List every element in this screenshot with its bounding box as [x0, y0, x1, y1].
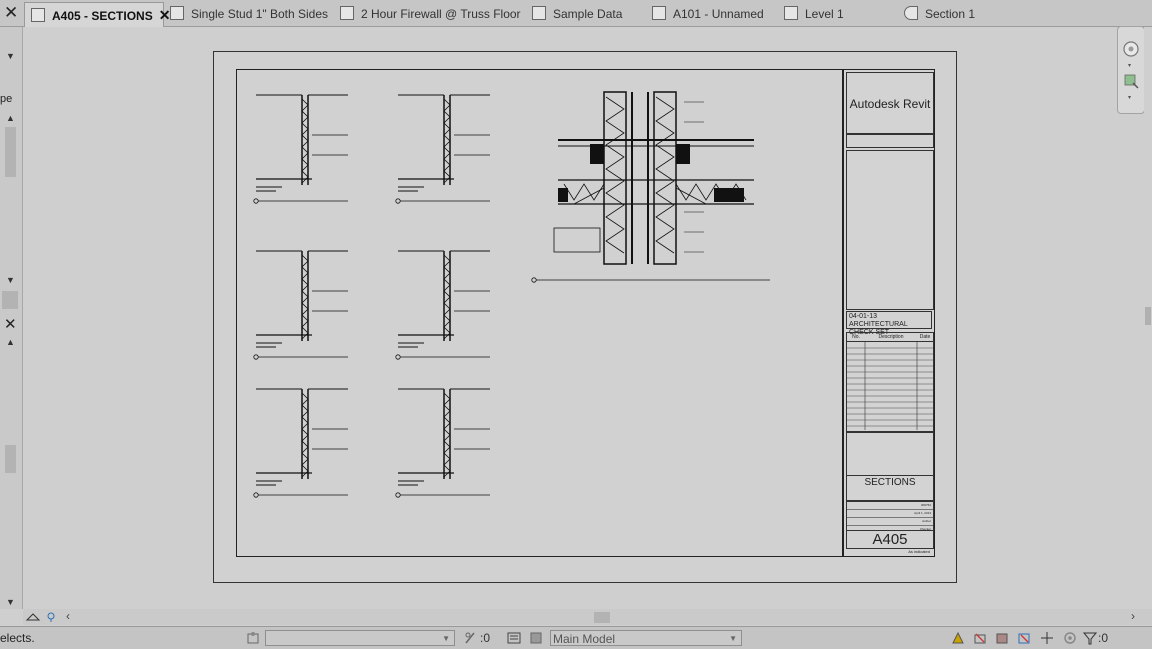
scroll-up-icon[interactable]: ▲ [6, 337, 15, 347]
vertical-scrollbar-thumb[interactable] [1145, 307, 1151, 325]
revision-rows [847, 342, 933, 430]
chevron-down-icon[interactable]: ▼ [6, 51, 15, 61]
tab-sample-data[interactable]: Sample Data [526, 2, 622, 26]
background-processes-icon[interactable] [1063, 631, 1077, 645]
tab-a405-sections[interactable]: A405 - SECTIONS ✕ [24, 2, 170, 27]
scroll-right-icon[interactable]: › [1131, 609, 1135, 623]
view-control-icons [25, 612, 55, 622]
properties-scrollbar-thumb[interactable] [5, 127, 16, 177]
chevron-down-icon[interactable]: ▾ [1128, 95, 1131, 101]
select-links-icon[interactable] [951, 631, 965, 645]
properties-type-fragment: pe [0, 93, 13, 105]
chevron-down-icon: ▼ [729, 634, 737, 643]
tab-section-1[interactable]: Section 1 [898, 2, 975, 26]
scroll-left-icon[interactable]: ‹ [66, 609, 70, 623]
revision-schedule: No. Description Date [846, 332, 934, 432]
horizontal-scrollbar-thumb[interactable] [594, 612, 610, 623]
sheet-icon [652, 6, 666, 20]
workset-dropdown[interactable]: ▼ [265, 630, 455, 646]
sheet-scale: As indicated [908, 549, 930, 554]
select-pinned-icon[interactable] [995, 631, 1009, 645]
scroll-down-icon[interactable]: ▼ [6, 597, 15, 607]
bulb-icon[interactable] [47, 612, 55, 622]
worksets-icon[interactable] [246, 631, 260, 645]
status-bar: elects. ▼ :0 Main Model ▼ :0 [0, 626, 1152, 649]
title-block-notes-box [846, 432, 934, 476]
filter-count: :0 [1098, 631, 1109, 645]
view-tab-bar: ✕ A405 - SECTIONS ✕ Single Stud 1" Both S… [0, 0, 1152, 27]
project-info: 006752 April 1, 2013 Author Checker [846, 501, 934, 531]
panel-resize-handle[interactable] [2, 291, 18, 309]
title-block-address-strip [846, 134, 934, 148]
wall-section-details [253, 91, 770, 498]
section-view-icon [340, 6, 354, 20]
sheet-number: A405 [846, 530, 934, 549]
model-icon[interactable] [529, 631, 543, 645]
zoom-region-icon[interactable] [1124, 74, 1139, 89]
select-by-face-icon[interactable] [1017, 631, 1031, 645]
sheet[interactable]: Autodesk Revit 04-01-13 ARCHITECTURAL CH… [213, 51, 957, 583]
firewall-truss-detail [531, 91, 770, 283]
drawing-canvas[interactable]: Autodesk Revit 04-01-13 ARCHITECTURAL CH… [23, 27, 1130, 609]
consultants-box [846, 150, 934, 310]
schedule-icon [532, 6, 546, 20]
tab-level-1[interactable]: Level 1 [778, 2, 844, 26]
vertical-scrollbar[interactable] [1144, 27, 1152, 609]
editable-only-icon[interactable] [463, 631, 477, 645]
revit-logo: Autodesk Revit [846, 72, 934, 134]
sheet-icon [31, 8, 45, 22]
close-icon[interactable]: ✕ [4, 315, 17, 333]
scroll-up-icon[interactable]: ▲ [6, 113, 15, 123]
browser-scrollbar-thumb[interactable] [5, 445, 16, 473]
tab-2-hour-firewall[interactable]: 2 Hour Firewall @ Truss Floor [334, 2, 521, 26]
scroll-down-icon[interactable]: ▼ [6, 275, 15, 285]
section-view-icon [170, 6, 184, 20]
title-block: Autodesk Revit 04-01-13 ARCHITECTURAL CH… [843, 69, 935, 557]
tab-a101-unnamed[interactable]: A101 - Unnamed [646, 2, 764, 26]
chevron-down-icon: ▼ [442, 634, 450, 643]
chevron-down-icon[interactable]: ▾ [1128, 63, 1131, 69]
steering-wheel-icon[interactable] [1123, 41, 1139, 57]
nav-tools: ▾ ▾ [1123, 41, 1139, 101]
issue-set-label: 04-01-13 ARCHITECTURAL CHECK SET [846, 311, 932, 336]
sheet-name: SECTIONS [846, 475, 934, 501]
status-message: elects. [0, 631, 35, 645]
drag-on-selection-icon[interactable] [1040, 631, 1054, 645]
filter-icon[interactable] [1083, 631, 1097, 645]
visual-style-icon[interactable] [25, 613, 41, 621]
tab-single-stud[interactable]: Single Stud 1" Both Sides [164, 2, 328, 26]
horizontal-scrollbar[interactable]: ‹ › [23, 609, 1152, 625]
selection-count: :0 [480, 631, 491, 645]
navigation-bar: ▾ ▾ [1117, 26, 1145, 114]
design-options-icon[interactable] [507, 631, 521, 645]
floor-plan-icon [784, 6, 798, 20]
design-option-dropdown[interactable]: Main Model ▼ [550, 630, 742, 646]
left-dock-panel: ▼ pe ▲ ▼ ✕ ▲ ▼ [0, 27, 23, 609]
close-icon[interactable]: ✕ [4, 4, 20, 22]
section-icon [904, 6, 918, 20]
select-underlay-icon[interactable] [973, 631, 987, 645]
